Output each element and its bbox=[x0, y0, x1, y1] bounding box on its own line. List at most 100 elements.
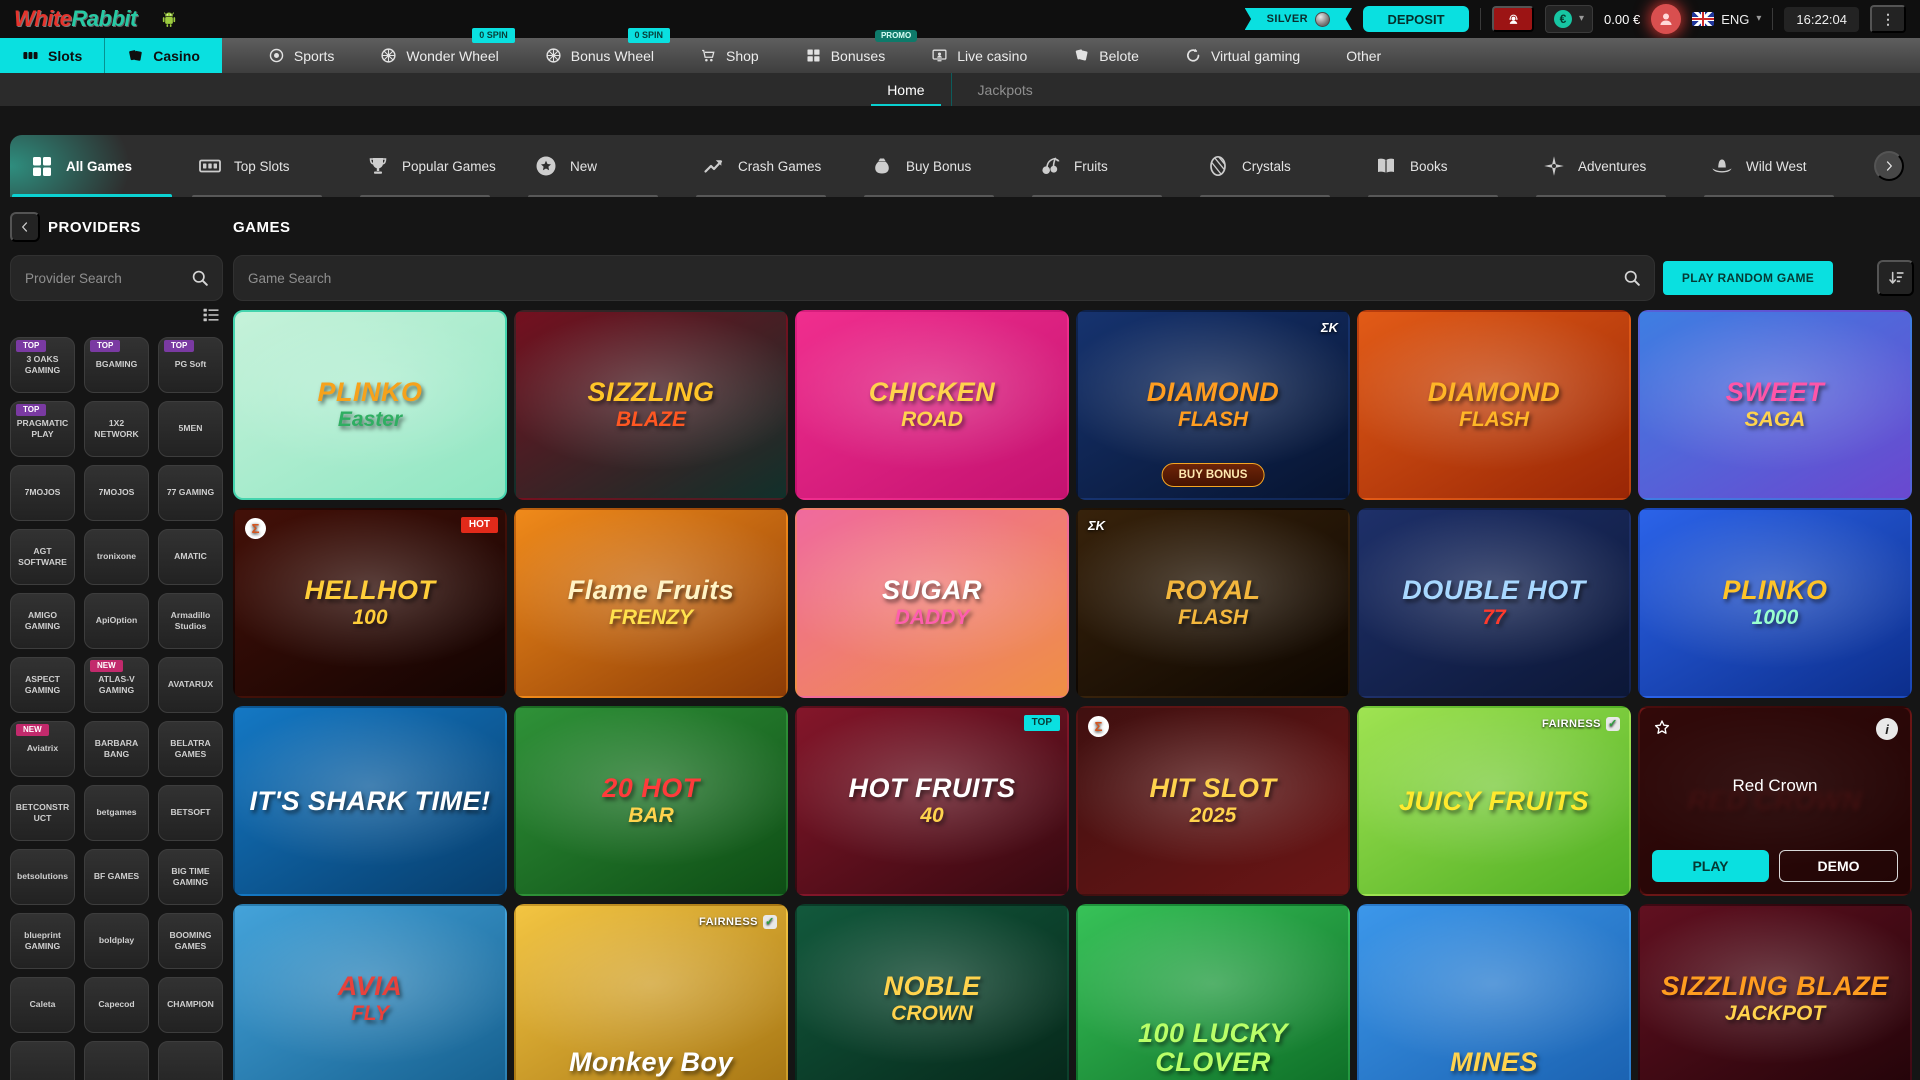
nav-item[interactable]: Shop bbox=[700, 38, 759, 73]
game-card[interactable]: JUICY FRUITS FAIRNESS ✓ bbox=[1357, 706, 1631, 896]
category-item[interactable]: Crash Games bbox=[682, 135, 850, 197]
android-app-icon[interactable] bbox=[159, 8, 179, 30]
deposit-button[interactable]: DEPOSIT bbox=[1363, 6, 1469, 32]
provider-tile[interactable]: ASPECT GAMING bbox=[10, 657, 75, 713]
game-card[interactable]: RED CROWN i Red Crown PLAY DEMO bbox=[1638, 706, 1912, 896]
category-item[interactable]: New bbox=[514, 135, 682, 197]
provider-tile[interactable]: 5MEN bbox=[158, 401, 223, 457]
category-item[interactable]: Popular Games bbox=[346, 135, 514, 197]
provider-tile[interactable]: PG Soft TOP bbox=[158, 337, 223, 393]
category-item[interactable]: All Games bbox=[10, 135, 178, 197]
category-item[interactable]: Books bbox=[1354, 135, 1522, 197]
game-card[interactable]: Monkey Boy FAIRNESS ✓ bbox=[514, 904, 788, 1080]
avatar[interactable] bbox=[1651, 4, 1681, 34]
provider-tile[interactable]: AVATARUX bbox=[158, 657, 223, 713]
provider-tile[interactable] bbox=[84, 1041, 149, 1080]
provider-tile[interactable]: BIG TIME GAMING bbox=[158, 849, 223, 905]
game-card[interactable]: CHICKEN ROAD bbox=[795, 310, 1069, 500]
game-card[interactable]: HELLHOT 100 Σ HOT bbox=[233, 508, 507, 698]
game-card[interactable]: SWEET SAGA bbox=[1638, 310, 1912, 500]
nav-item[interactable]: Bonuses PROMO bbox=[805, 38, 885, 73]
provider-tile[interactable]: betsolutions bbox=[10, 849, 75, 905]
provider-tile[interactable]: BARBARA BANG bbox=[84, 721, 149, 777]
nav-active-tab[interactable]: Slots bbox=[0, 38, 104, 73]
provider-tile[interactable] bbox=[158, 1041, 223, 1080]
provider-tile[interactable]: BOOMING GAMES bbox=[158, 913, 223, 969]
provider-tile[interactable]: BETSOFT bbox=[158, 785, 223, 841]
provider-tile[interactable]: AGT SOFTWARE bbox=[10, 529, 75, 585]
provider-tile[interactable]: AMATIC bbox=[158, 529, 223, 585]
nav-item[interactable]: Sports bbox=[268, 38, 334, 73]
game-card[interactable]: NOBLE CROWN bbox=[795, 904, 1069, 1080]
game-card[interactable]: HIT SLOT 2025 Σ bbox=[1076, 706, 1350, 896]
provider-tile[interactable]: Caleta bbox=[10, 977, 75, 1033]
provider-tile[interactable]: 77 GAMING bbox=[158, 465, 223, 521]
provider-tile[interactable]: ApiOption bbox=[84, 593, 149, 649]
category-item[interactable]: Top Slots bbox=[178, 135, 346, 197]
provider-tile[interactable]: PRAGMATIC PLAY TOP bbox=[10, 401, 75, 457]
provider-tile[interactable]: BGAMING TOP bbox=[84, 337, 149, 393]
category-item[interactable]: Adventures bbox=[1522, 135, 1690, 197]
provider-tile[interactable]: Armadillo Studios bbox=[158, 593, 223, 649]
site-logo[interactable]: WhiteRabbit bbox=[14, 6, 137, 32]
nav-item[interactable]: Other bbox=[1346, 38, 1381, 73]
game-card[interactable]: SUGAR DADDY bbox=[795, 508, 1069, 698]
info-icon[interactable]: i bbox=[1876, 718, 1898, 740]
game-card[interactable]: HOT FRUITS 40 TOP bbox=[795, 706, 1069, 896]
game-card[interactable]: 100 LUCKY CLOVER bbox=[1076, 904, 1350, 1080]
sort-games-button[interactable] bbox=[1877, 260, 1914, 296]
provider-tile[interactable]: 7MOJOS bbox=[84, 465, 149, 521]
language-selector[interactable]: ENG ▾ bbox=[1692, 12, 1761, 27]
provider-tile[interactable]: AMIGO GAMING bbox=[10, 593, 75, 649]
category-item[interactable]: Wild West bbox=[1690, 135, 1858, 197]
provider-tile[interactable]: Capecod bbox=[84, 977, 149, 1033]
favorite-star-icon[interactable] bbox=[1652, 718, 1672, 738]
game-card[interactable]: AVIA FLY bbox=[233, 904, 507, 1080]
game-card[interactable]: PLINKO Easter bbox=[233, 310, 507, 500]
nav-active-tab[interactable]: Casino bbox=[104, 38, 222, 73]
nav-item[interactable]: Live casino bbox=[931, 38, 1027, 73]
provider-tile[interactable]: Aviatrix NEW bbox=[10, 721, 75, 777]
nav-item[interactable]: Bonus Wheel 0 SPIN bbox=[545, 38, 654, 73]
game-card[interactable]: PLINKO 1000 bbox=[1638, 508, 1912, 698]
loyalty-level-badge[interactable]: SILVER bbox=[1245, 8, 1352, 30]
demo-button[interactable]: DEMO bbox=[1779, 850, 1898, 882]
provider-tile[interactable]: CHAMPION bbox=[158, 977, 223, 1033]
game-card[interactable]: DIAMOND FLASH ΣK BUY BONUS bbox=[1076, 310, 1350, 500]
game-card[interactable]: Flame Fruits FRENZY bbox=[514, 508, 788, 698]
category-item[interactable]: Buy Bonus bbox=[850, 135, 1018, 197]
provider-tile[interactable]: 1X2 NETWORK bbox=[84, 401, 149, 457]
provider-tile[interactable]: tronixone bbox=[84, 529, 149, 585]
provider-tile[interactable]: ATLAS-V GAMING NEW bbox=[84, 657, 149, 713]
provider-tile[interactable]: BELATRA GAMES bbox=[158, 721, 223, 777]
nav-item[interactable]: Belote bbox=[1073, 38, 1139, 73]
game-card[interactable]: ROYAL FLASH ΣK bbox=[1076, 508, 1350, 698]
categories-scroll-right-button[interactable] bbox=[1874, 151, 1904, 181]
game-search-input[interactable] bbox=[233, 255, 1655, 301]
sub-nav-tab[interactable]: Jackpots bbox=[952, 73, 1059, 106]
game-card[interactable]: 20 HOT BAR bbox=[514, 706, 788, 896]
game-card[interactable]: DIAMOND FLASH bbox=[1357, 310, 1631, 500]
kebab-menu-button[interactable]: ⋮ bbox=[1870, 5, 1906, 33]
provider-tile[interactable] bbox=[10, 1041, 75, 1080]
provider-tile[interactable]: betgames bbox=[84, 785, 149, 841]
provider-tile[interactable]: BF GAMES bbox=[84, 849, 149, 905]
nav-item[interactable]: Wonder Wheel 0 SPIN bbox=[380, 38, 498, 73]
category-item[interactable]: Crystals bbox=[1186, 135, 1354, 197]
game-card[interactable]: DOUBLE HOT 77 bbox=[1357, 508, 1631, 698]
play-random-game-button[interactable]: PLAY RANDOM GAME bbox=[1663, 261, 1833, 295]
game-card[interactable]: SIZZLING BLAZE bbox=[514, 310, 788, 500]
provider-tile[interactable]: 7MOJOS bbox=[10, 465, 75, 521]
game-card[interactable]: SIZZLING BLAZE JACKPOT bbox=[1638, 904, 1912, 1080]
support-button[interactable] bbox=[1492, 6, 1534, 32]
game-card[interactable]: MINES bbox=[1357, 904, 1631, 1080]
provider-view-toggle[interactable] bbox=[10, 303, 223, 337]
game-card[interactable]: IT'S SHARK TIME! bbox=[233, 706, 507, 896]
currency-selector[interactable]: € ▾ bbox=[1545, 5, 1593, 33]
nav-item[interactable]: Virtual gaming bbox=[1185, 38, 1300, 73]
providers-collapse-button[interactable] bbox=[10, 212, 40, 242]
play-button[interactable]: PLAY bbox=[1652, 850, 1769, 882]
category-item[interactable]: Fruits bbox=[1018, 135, 1186, 197]
provider-tile[interactable]: 3 OAKS GAMING TOP bbox=[10, 337, 75, 393]
provider-tile[interactable]: blueprint GAMING bbox=[10, 913, 75, 969]
